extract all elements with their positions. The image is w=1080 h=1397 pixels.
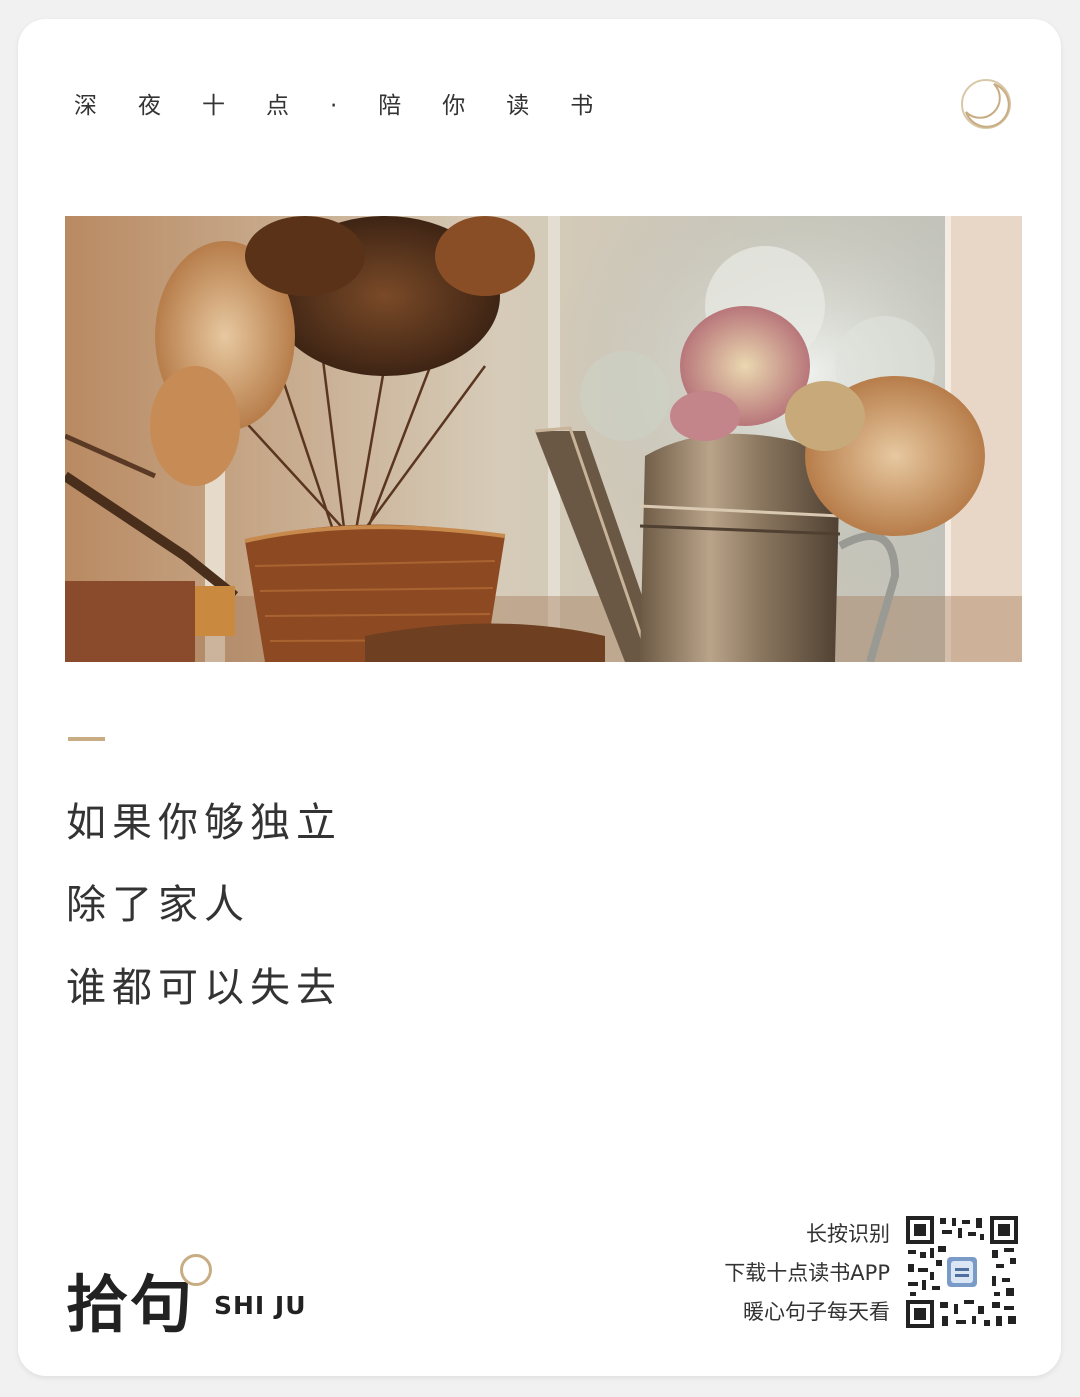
promo-line-3: 暖心句子每天看 [743, 1300, 890, 1324]
quote-line-3: 谁都可以失去 [66, 965, 342, 1011]
qr-code[interactable] [906, 1216, 1018, 1328]
photo-illustration [65, 216, 1022, 662]
brand-subtitle: SHI JU [214, 1291, 307, 1320]
moon-icon [961, 79, 1011, 129]
promo-line-1: 长按识别 [806, 1222, 890, 1246]
still-life-photo [65, 216, 1022, 662]
quote-line-1: 如果你够独立 [66, 800, 342, 846]
logo-circle-mark [180, 1254, 212, 1286]
header-title: 深夜十点·陪你读书 [74, 93, 635, 119]
brand-logo: 拾句 [66, 1268, 195, 1341]
quote-line-2: 除了家人 [66, 882, 250, 928]
promo-line-2: 下载十点读书APP [724, 1261, 890, 1285]
accent-bar [68, 737, 105, 741]
